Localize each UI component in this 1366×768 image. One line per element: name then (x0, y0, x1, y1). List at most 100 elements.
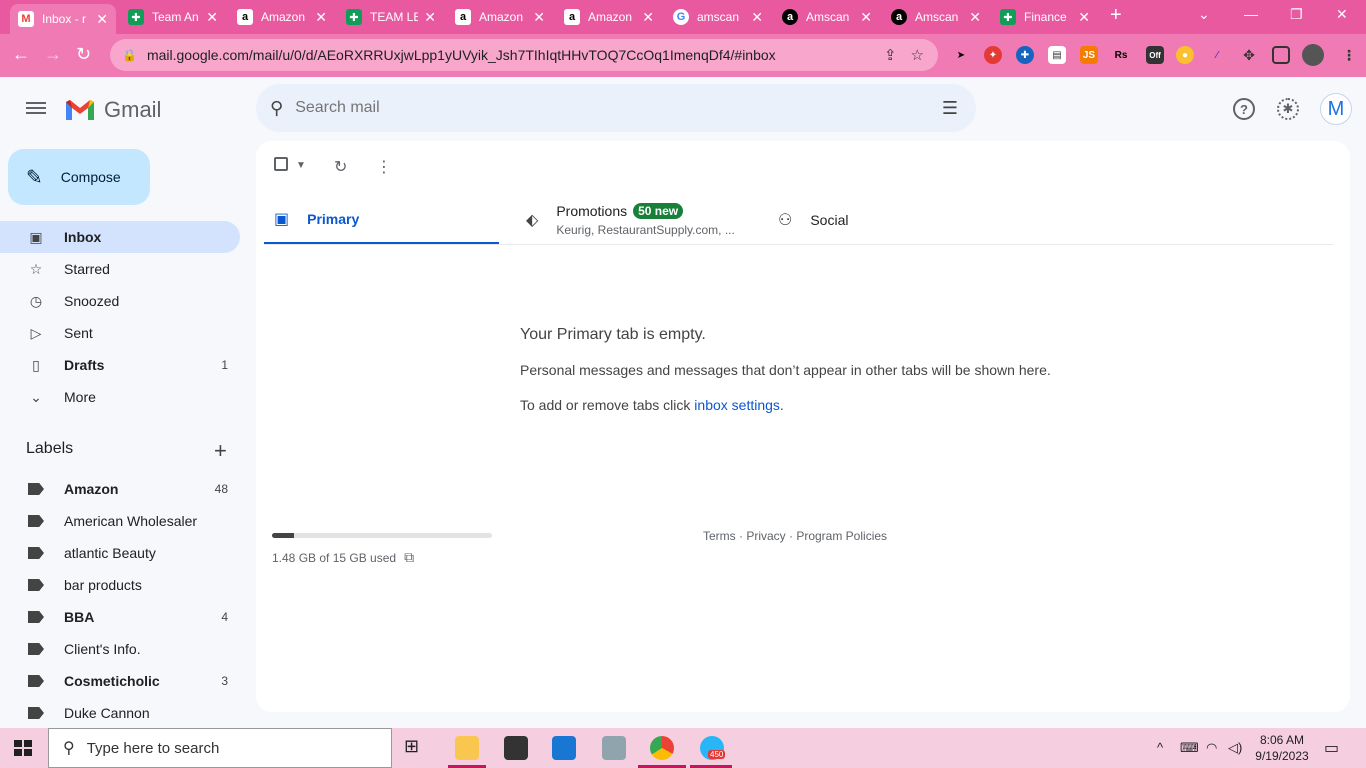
forward-arrow-icon[interactable]: → (44, 44, 62, 65)
label-item[interactable]: atlantic Beauty (0, 537, 240, 569)
extension-arrow-icon[interactable]: ➤ (952, 46, 970, 64)
settings-gear-icon[interactable]: ✱ (1277, 98, 1299, 120)
label-item[interactable]: bar products (0, 569, 240, 601)
kebab-menu-icon[interactable]: ⋮ (1340, 46, 1358, 64)
mail-app-icon[interactable] (552, 736, 576, 760)
close-tab-icon[interactable]: ✕ (315, 9, 327, 26)
store-icon[interactable] (504, 736, 528, 760)
minimize-button[interactable]: — (1244, 6, 1258, 22)
label-item[interactable]: American Wholesaler (0, 505, 240, 537)
extension-doc-icon[interactable]: ▤ (1048, 46, 1066, 64)
extension-circle-icon[interactable]: ● (1176, 46, 1194, 64)
empty-state-message: Personal messages and messages that don’… (520, 362, 1051, 378)
search-bar[interactable]: ⚲ ☰ (256, 84, 976, 132)
taskbar-search[interactable]: ⚲ Type here to search (48, 728, 392, 768)
wifi-icon[interactable]: ◠ (1206, 740, 1217, 756)
browser-tab-3[interactable]: ✚ TEAM LE ✕ (338, 4, 444, 30)
search-input[interactable] (295, 99, 942, 117)
main-menu-button[interactable] (26, 99, 46, 119)
system-clock[interactable]: 8:06 AM 9/19/2023 (1254, 732, 1310, 764)
close-tab-icon[interactable]: ✕ (860, 9, 872, 26)
label-item[interactable]: Cosmeticholic 3 (0, 665, 240, 697)
share-icon[interactable]: ⇪ (884, 46, 897, 64)
help-icon[interactable]: ? (1233, 98, 1255, 120)
windows-start-icon[interactable] (14, 740, 32, 756)
browser-tab-4[interactable]: a Amazon ✕ (447, 4, 553, 30)
tab-social-label: Social (810, 212, 849, 228)
inbox-settings-link[interactable]: inbox settings (694, 397, 780, 413)
address-bar[interactable]: 🔒 mail.google.com/mail/u/0/d/AEoRXRRUxjw… (110, 39, 938, 71)
side-panel-icon[interactable] (1272, 46, 1290, 64)
external-link-icon[interactable]: ⧉ (404, 549, 414, 566)
volume-icon[interactable]: ◁) (1228, 740, 1242, 756)
tab-primary[interactable]: ▣ Primary (264, 195, 499, 245)
tab-promotions[interactable]: ⬖ Promotions 50 new Keurig, RestaurantSu… (526, 195, 766, 245)
account-avatar[interactable]: M (1320, 93, 1352, 125)
gmail-favicon-icon: M (18, 11, 34, 27)
nav-item-inbox[interactable]: ▣ Inbox (0, 221, 240, 253)
browser-tab-2[interactable]: a Amazon ✕ (229, 4, 335, 30)
nav-item-more[interactable]: ⌄ More (0, 381, 240, 413)
extension-rs-icon[interactable]: Rs (1112, 46, 1130, 64)
close-tab-icon[interactable]: ✕ (1078, 9, 1090, 26)
new-tab-button[interactable]: + (1110, 4, 1122, 27)
close-tab-icon[interactable]: ✕ (533, 9, 545, 26)
select-dropdown-icon[interactable]: ▼ (296, 160, 306, 171)
nav-item-snoozed[interactable]: ◷ Snoozed (0, 285, 240, 317)
input-language-icon[interactable]: ⌨ (1180, 740, 1199, 756)
extension-pen-icon[interactable]: ⁄ (1208, 46, 1226, 64)
browser-tab-9[interactable]: ✚ Finance ✕ (992, 4, 1098, 30)
close-tab-icon[interactable]: ✕ (424, 9, 436, 26)
task-view-icon[interactable]: ⊞ (404, 736, 428, 760)
tab-title: Amazon (261, 10, 306, 24)
nav-item-starred[interactable]: ☆ Starred (0, 253, 240, 285)
extension-js-icon[interactable]: JS (1080, 46, 1098, 64)
label-item[interactable]: Amazon 48 (0, 473, 240, 505)
search-icon[interactable]: ⚲ (270, 98, 283, 119)
label-item[interactable]: Client's Info. (0, 633, 240, 665)
tab-title: Inbox - r (42, 12, 87, 26)
notifications-icon[interactable]: ▭ (1324, 738, 1339, 758)
label-item[interactable]: BBA 4 (0, 601, 240, 633)
extension-off-icon[interactable]: Off (1146, 46, 1164, 64)
extensions-puzzle-icon[interactable]: ✥ (1240, 46, 1258, 64)
browser-tab-5[interactable]: a Amazon ✕ (556, 4, 662, 30)
close-tab-icon[interactable]: ✕ (751, 9, 763, 26)
tab-title: Finance (1024, 10, 1067, 24)
amazon-favicon-icon: a (455, 9, 471, 25)
browser-tab-0[interactable]: M Inbox - r ✕ (10, 4, 116, 34)
back-arrow-icon[interactable]: ← (12, 44, 30, 65)
close-tab-icon[interactable]: ✕ (206, 9, 218, 26)
label-item[interactable]: Duke Cannon (0, 697, 240, 729)
extension-gear-icon[interactable]: ✚ (1016, 46, 1034, 64)
browser-tab-1[interactable]: ✚ Team An ✕ (120, 4, 226, 30)
show-hidden-icons-chevron-icon[interactable]: ^ (1157, 740, 1163, 755)
restore-button[interactable]: ❐ (1290, 6, 1303, 23)
browser-tab-8[interactable]: a Amscan ✕ (883, 4, 989, 30)
reload-icon[interactable]: ↻ (76, 44, 91, 65)
close-window-button[interactable]: ✕ (1336, 6, 1348, 23)
more-options-icon[interactable]: ⋮ (376, 157, 392, 177)
nav-item-sent[interactable]: ▷ Sent (0, 317, 240, 349)
close-tab-icon[interactable]: ✕ (96, 11, 108, 28)
browser-tab-7[interactable]: a Amscan ✕ (774, 4, 880, 30)
add-label-button[interactable]: + (214, 438, 227, 464)
footer-links[interactable]: Terms · Privacy · Program Policies (703, 529, 887, 543)
browser-tab-6[interactable]: G amscan ✕ (665, 4, 771, 30)
chrome-icon[interactable] (650, 736, 674, 760)
close-tab-icon[interactable]: ✕ (969, 9, 981, 26)
file-explorer-icon[interactable] (455, 736, 479, 760)
select-all-checkbox[interactable] (274, 157, 288, 176)
search-options-icon[interactable]: ☰ (942, 98, 958, 119)
tab-social[interactable]: ⚇ Social (778, 195, 978, 245)
profile-avatar-icon[interactable] (1302, 44, 1324, 66)
compose-button[interactable]: ✎ Compose (8, 149, 150, 205)
control-panel-icon[interactable] (602, 736, 626, 760)
close-tab-icon[interactable]: ✕ (642, 9, 654, 26)
tab-search-chevron-icon[interactable]: ⌄ (1198, 6, 1210, 23)
bookmark-star-icon[interactable]: ☆ (911, 46, 924, 64)
gmail-logo[interactable]: Gmail (64, 97, 161, 123)
nav-item-drafts[interactable]: ▯ Drafts 1 (0, 349, 240, 381)
extension-fire-icon[interactable]: ✦ (984, 46, 1002, 64)
refresh-icon[interactable]: ↻ (334, 157, 347, 177)
